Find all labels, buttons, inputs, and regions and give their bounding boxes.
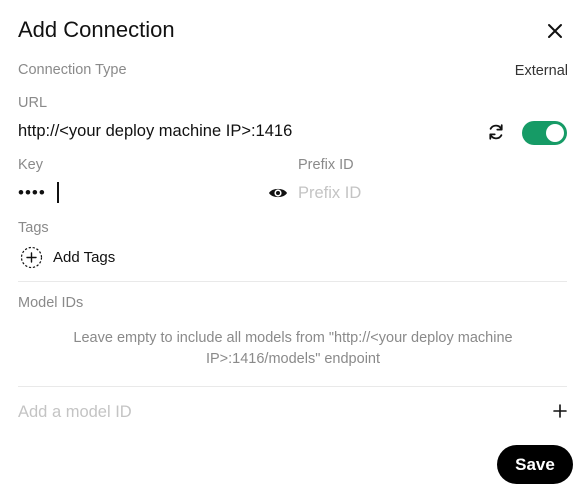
add-connection-dialog: Add Connection Connection Type External …	[0, 0, 587, 495]
close-icon	[548, 24, 562, 38]
model-id-input[interactable]	[18, 399, 538, 425]
connection-type-label: Connection Type	[18, 62, 127, 78]
save-button[interactable]: Save	[497, 445, 573, 484]
verify-connection-button[interactable]	[486, 122, 506, 142]
key-input[interactable]	[18, 181, 263, 205]
close-button[interactable]	[544, 20, 566, 42]
url-label: URL	[18, 95, 48, 111]
key-label: Key	[18, 157, 43, 173]
plus-circle-icon	[20, 246, 43, 268]
divider	[18, 281, 567, 282]
model-ids-hint: Leave empty to include all models from "…	[73, 330, 513, 367]
url-input[interactable]	[18, 119, 473, 143]
prefix-id-label: Prefix ID	[298, 157, 354, 173]
text-caret	[57, 182, 59, 203]
refresh-icon	[489, 124, 503, 140]
add-model-button[interactable]	[551, 402, 569, 420]
eye-icon	[269, 188, 287, 198]
divider	[18, 386, 567, 387]
plus-icon	[553, 404, 567, 418]
toggle-key-visibility-button[interactable]	[268, 184, 288, 202]
connection-type-selector[interactable]: External	[515, 63, 568, 79]
connection-enabled-toggle[interactable]	[522, 121, 567, 145]
dialog-title: Add Connection	[18, 17, 175, 42]
model-ids-label: Model IDs	[18, 295, 84, 311]
add-tags-label: Add Tags	[53, 248, 116, 266]
toggle-knob	[546, 124, 564, 142]
tags-label: Tags	[18, 220, 49, 236]
add-tags-button[interactable]: Add Tags	[20, 245, 115, 269]
prefix-id-input[interactable]	[298, 181, 566, 205]
